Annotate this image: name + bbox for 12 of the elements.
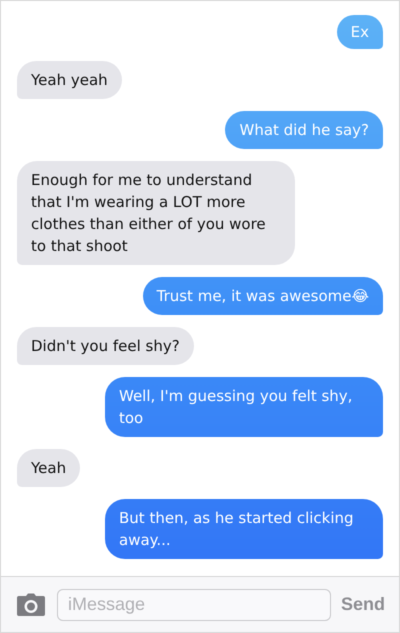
sent-message-bubble: Well, I'm guessing you felt shy, too: [105, 377, 383, 437]
message-input-field[interactable]: iMessage: [57, 588, 331, 620]
received-message-bubble: Yeah: [17, 449, 80, 487]
received-message-bubble: Yeah yeah: [17, 61, 122, 99]
sent-message-bubble: Trust me, it was awesome😂: [142, 277, 383, 315]
received-message-bubble: Enough for me to understand that I'm wearing a LOT more clothes than either of you wore to that shoot: [17, 161, 295, 265]
sent-message-bubble: Ex: [336, 15, 383, 49]
camera-icon[interactable]: [15, 592, 47, 618]
sent-message-bubble: But then, as he started clicking away...: [105, 499, 383, 559]
send-button[interactable]: Send: [340, 594, 385, 615]
received-message-bubble: Didn't you feel shy?: [17, 327, 194, 365]
sent-message-bubble: What did he say?: [225, 111, 383, 149]
